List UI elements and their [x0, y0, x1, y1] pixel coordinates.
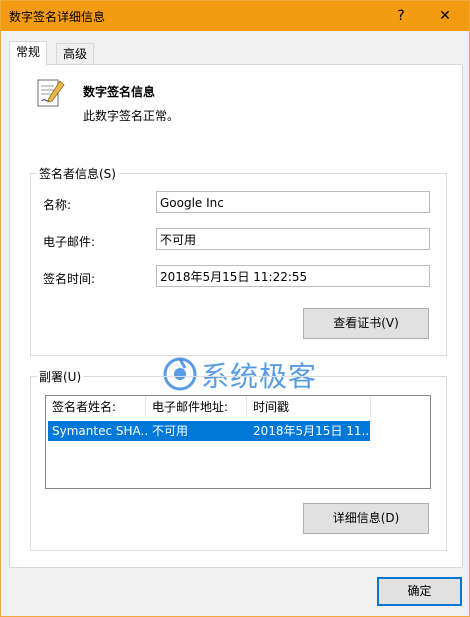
ok-button[interactable]: 确定	[377, 577, 462, 606]
column-header-signer-name[interactable]: 签名者姓名:	[46, 396, 146, 418]
help-button[interactable]: ?	[381, 1, 421, 31]
signer-name-field[interactable]: Google Inc	[156, 191, 430, 213]
row-signer-name: Symantec SHA...	[52, 424, 148, 438]
row-timestamp: 2018年5月15日 11...	[253, 424, 370, 438]
countersignatures-list[interactable]: 签名者姓名: 电子邮件地址: 时间戳 Symantec SHA... 不可用 2…	[45, 395, 431, 489]
signing-time-label: 签名时间:	[43, 272, 96, 286]
email-label: 电子邮件:	[43, 235, 96, 249]
tab-general[interactable]: 常规	[9, 41, 48, 66]
name-label: 名称:	[43, 198, 72, 212]
signer-info-group: 签名者信息(S) 名称: Google Inc 电子邮件: 不可用 签名时间: …	[30, 165, 447, 356]
row-email: 不可用	[152, 424, 189, 438]
list-item-selected[interactable]: Symantec SHA... 不可用 2018年5月15日 11...	[48, 421, 370, 441]
signature-status-text: 此数字签名正常。	[83, 109, 180, 123]
window-title: 数字签名详细信息	[9, 10, 106, 24]
signature-info-title: 数字签名信息	[83, 85, 156, 99]
certificate-signature-icon	[37, 79, 65, 107]
details-button[interactable]: 详细信息(D)	[303, 503, 429, 534]
tab-advanced[interactable]: 高级	[56, 43, 95, 64]
countersignatures-group-label: 副署(U)	[37, 368, 84, 385]
column-header-timestamp[interactable]: 时间戳	[247, 396, 371, 418]
column-header-email[interactable]: 电子邮件地址:	[146, 396, 247, 418]
countersignatures-group: 副署(U) 签名者姓名: 电子邮件地址: 时间戳 Symantec SHA...…	[30, 368, 447, 551]
signer-group-label: 签名者信息(S)	[37, 165, 118, 182]
tab-panel-general: 数字签名信息 此数字签名正常。 签名者信息(S) 名称: Google Inc …	[9, 64, 463, 568]
dialog-window: 数字签名详细信息 ? ✕ 常规 高级 数字签名信息 此数字签名正常。 签名者信息…	[0, 0, 470, 617]
title-bar[interactable]: 数字签名详细信息 ? ✕	[1, 1, 469, 31]
view-certificate-button[interactable]: 查看证书(V)	[303, 308, 429, 339]
tab-strip: 常规 高级	[1, 31, 469, 66]
signer-email-field[interactable]: 不可用	[156, 228, 430, 250]
signing-time-field[interactable]: 2018年5月15日 11:22:55	[156, 265, 430, 287]
close-button[interactable]: ✕	[425, 1, 465, 31]
